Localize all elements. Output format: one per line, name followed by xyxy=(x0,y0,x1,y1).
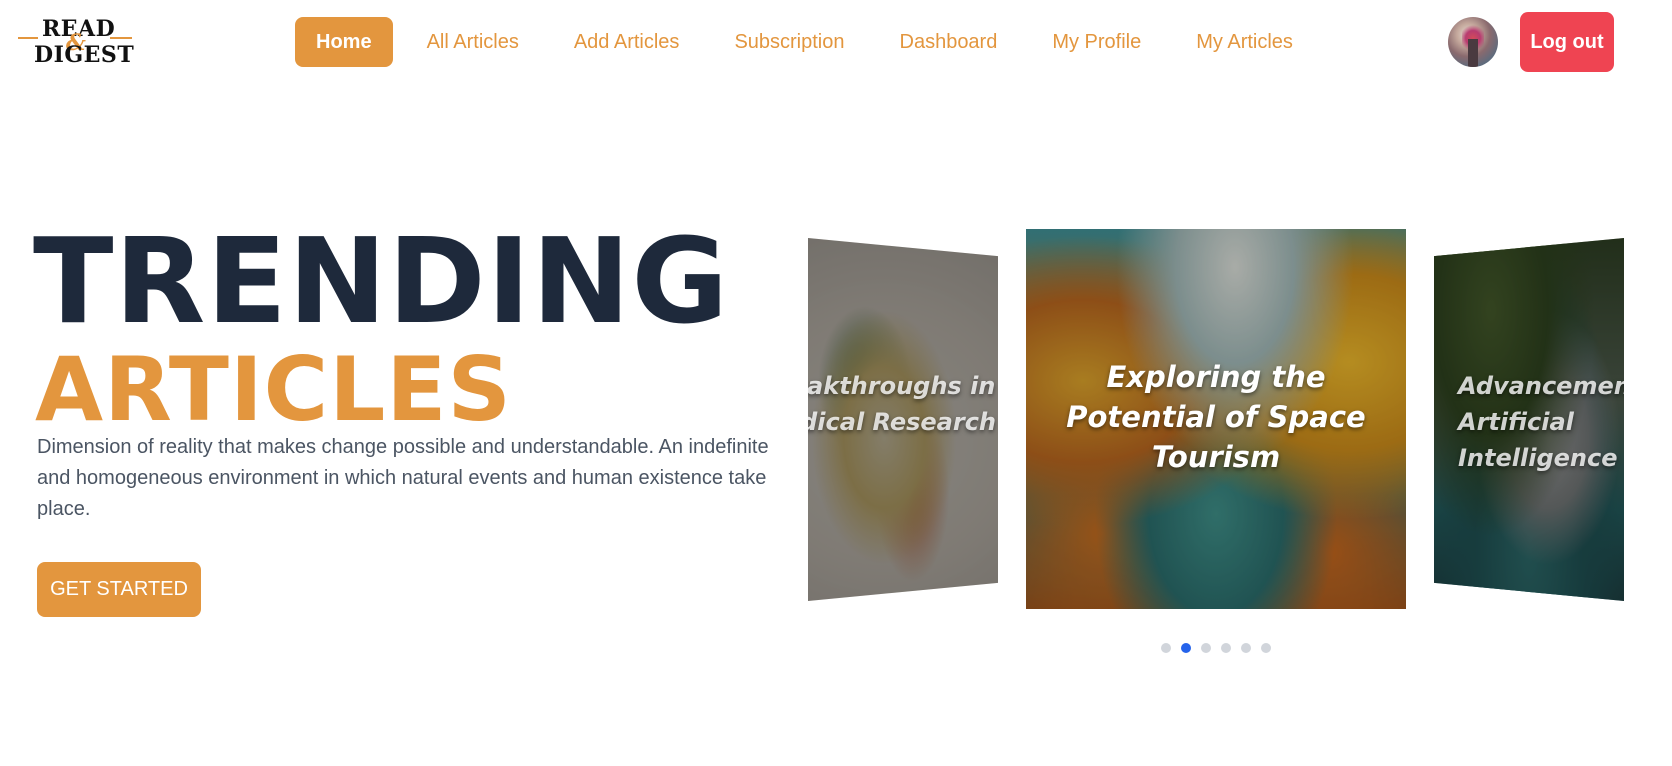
navbar: READ & DIGEST Home All Articles Add Arti… xyxy=(0,0,1672,88)
logo-digest-text: DIGEST xyxy=(34,42,135,68)
nav-all-articles[interactable]: All Articles xyxy=(406,17,540,67)
nav-my-profile[interactable]: My Profile xyxy=(1031,17,1162,67)
carousel-slide-next[interactable]: Advancements in Artificial Intelligence xyxy=(1434,238,1624,601)
get-started-button[interactable]: GET STARTED xyxy=(37,562,201,617)
pagination-dot[interactable] xyxy=(1221,643,1231,653)
logo-line-left xyxy=(18,37,38,39)
site-logo[interactable]: READ & DIGEST xyxy=(18,16,135,68)
slide-caption: Advancements in Artificial Intelligence xyxy=(1458,372,1624,472)
pagination-dot[interactable] xyxy=(1261,643,1271,653)
trending-carousel: Breakthroughs in Medical Research Explor… xyxy=(808,229,1624,609)
slide-caption: Breakthroughs in Medical Research xyxy=(808,372,997,436)
avatar-image-trunk xyxy=(1468,39,1478,67)
nav-dashboard[interactable]: Dashboard xyxy=(879,17,1019,67)
carousel-slide-prev[interactable]: Breakthroughs in Medical Research xyxy=(808,238,998,601)
pagination-dot[interactable] xyxy=(1241,643,1251,653)
slide-caption: Exploring the Potential of Space Tourism xyxy=(1066,360,1366,474)
nav-home[interactable]: Home xyxy=(295,17,393,67)
main-nav: Home All Articles Add Articles Subscript… xyxy=(295,17,1327,67)
nav-subscription[interactable]: Subscription xyxy=(713,17,865,67)
carousel-slide-active[interactable]: Exploring the Potential of Space Tourism xyxy=(1026,229,1406,609)
pagination-dot-active[interactable] xyxy=(1181,643,1191,653)
pagination-dot[interactable] xyxy=(1161,643,1171,653)
nav-my-articles[interactable]: My Articles xyxy=(1175,17,1314,67)
nav-add-articles[interactable]: Add Articles xyxy=(553,17,701,67)
logo-line-right xyxy=(110,37,132,39)
hero-description: Dimension of reality that makes change p… xyxy=(37,436,769,520)
user-avatar[interactable] xyxy=(1448,17,1498,67)
logout-button[interactable]: Log out xyxy=(1520,12,1614,72)
pagination-dot[interactable] xyxy=(1201,643,1211,653)
hero-title-articles: ARTICLES xyxy=(35,338,512,441)
hero-title-trending: TRENDING xyxy=(33,212,730,350)
carousel-pagination xyxy=(1161,643,1281,653)
